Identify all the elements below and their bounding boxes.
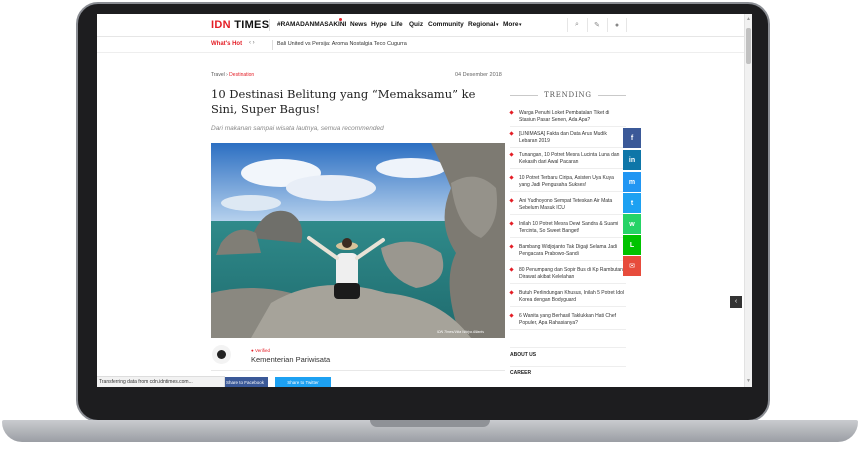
share-glyph: t bbox=[630, 199, 634, 207]
author-avatar[interactable] bbox=[212, 345, 231, 364]
trending-item-text: Bambang Widjojanto Tak Digaji Selama Jad… bbox=[519, 244, 618, 257]
share-line-icon[interactable]: L bbox=[623, 235, 641, 255]
trending-header: TRENDING bbox=[510, 91, 626, 101]
trending-item[interactable]: [LINIMASA] Fakta dan Data Arus Mudik Leb… bbox=[509, 131, 626, 148]
bullet-icon bbox=[509, 131, 514, 136]
user-icon[interactable]: ● bbox=[607, 18, 627, 32]
share-glyph: f bbox=[630, 134, 634, 142]
bullet-icon bbox=[509, 221, 514, 226]
nav-news[interactable]: News bbox=[350, 21, 367, 28]
browser-status-bar: Transferring data from cdn.idntimes.com.… bbox=[97, 376, 225, 387]
nav-hashtag[interactable]: #RAMADANMASAKINI bbox=[277, 21, 346, 28]
bullet-icon bbox=[509, 110, 514, 115]
breadcrumb: Travel › Destination bbox=[211, 72, 254, 78]
nav-regional[interactable]: Regional bbox=[468, 21, 495, 28]
article-hero-image bbox=[211, 143, 505, 338]
logo-black-text: TIMES bbox=[234, 19, 270, 31]
avatar-glyph bbox=[217, 350, 226, 359]
author-name[interactable]: Kementerian Pariwisata bbox=[251, 355, 330, 364]
share-twitter-icon[interactable]: t bbox=[623, 193, 641, 213]
nav-hype[interactable]: Hype bbox=[371, 21, 387, 28]
vertical-scrollbar[interactable]: ▲ ▼ bbox=[744, 14, 752, 387]
trending-item-text: Inilah 10 Potret Mesra Dewi Sandra & Sua… bbox=[519, 221, 619, 234]
bullet-icon bbox=[509, 267, 514, 272]
share-glyph: w bbox=[629, 220, 635, 228]
breadcrumb-travel[interactable]: Travel bbox=[211, 72, 225, 78]
bullet-icon bbox=[509, 313, 514, 318]
nav-quiz[interactable]: Quiz bbox=[409, 21, 423, 28]
whats-hot-bar: What's Hot ‹ › Bali United vs Persija: A… bbox=[97, 37, 744, 53]
share-whatsapp-icon[interactable]: w bbox=[623, 214, 641, 234]
nav-community[interactable]: Community bbox=[428, 21, 464, 28]
publish-date: 04 Desember 2018 bbox=[455, 72, 502, 78]
nav-divider bbox=[269, 19, 270, 31]
share-glyph: m bbox=[628, 178, 636, 186]
trending-item[interactable]: Inilah 10 Potret Mesra Dewi Sandra & Sua… bbox=[509, 221, 626, 238]
trending-rule-right bbox=[598, 95, 626, 96]
trending-item-text: Ani Yudhoyono Sempat Teteskan Air Mata S… bbox=[519, 198, 613, 211]
trending-item[interactable]: Butuh Perlindungan Khusus, Inilah 5 Potr… bbox=[509, 290, 626, 307]
idn-times-logo[interactable]: IDN TIMES bbox=[211, 19, 269, 31]
trending-item[interactable]: Bambang Widjojanto Tak Digaji Selama Jad… bbox=[509, 244, 626, 261]
hotbar-divider bbox=[272, 40, 273, 50]
laptop-notch bbox=[370, 420, 490, 427]
trending-item-text: Warga Penuhi Loket Pembatalan Tiket di S… bbox=[519, 110, 610, 123]
bullet-icon bbox=[509, 244, 514, 249]
share-to-twitter-button[interactable]: Share to Twitter bbox=[275, 377, 331, 387]
hashtag-live-dot bbox=[339, 18, 342, 21]
bullet-icon bbox=[509, 198, 514, 203]
trending-item-text: 10 Potret Terbaru Ciripa, Asisten Uya Ku… bbox=[519, 175, 614, 188]
trending-item-text: Butuh Perlindungan Khusus, Inilah 5 Potr… bbox=[519, 290, 625, 303]
trending-item[interactable]: 6 Wanita yang Berhasil Taklukkan Hati Ch… bbox=[509, 313, 626, 330]
bullet-icon bbox=[509, 152, 514, 157]
search-icon[interactable]: ⌕ bbox=[567, 18, 586, 32]
breadcrumb-destination[interactable]: Destination bbox=[229, 72, 254, 78]
trending-item[interactable]: Ani Yudhoyono Sempat Teteskan Air Mata S… bbox=[509, 198, 626, 215]
bullet-icon bbox=[509, 290, 514, 295]
share-messenger-icon[interactable]: m bbox=[623, 172, 641, 192]
scroll-down-icon[interactable]: ▼ bbox=[746, 378, 751, 384]
trending-item-text: 80 Penumpang dan Sopir Bus di Kp Rambuta… bbox=[519, 267, 623, 280]
breadcrumb-separator: › bbox=[226, 72, 228, 78]
share-glyph: in bbox=[628, 156, 636, 164]
bullet-icon bbox=[509, 175, 514, 180]
verified-badge: ● Verified bbox=[251, 348, 270, 353]
share-glyph: L bbox=[629, 241, 635, 249]
whats-hot-label: What's Hot bbox=[211, 41, 243, 47]
career-link[interactable]: CAREER bbox=[510, 369, 626, 376]
browser-viewport: IDN TIMES #RAMADANMASAKINI News Hype Lif… bbox=[97, 14, 752, 387]
trending-item[interactable]: 10 Potret Terbaru Ciripa, Asisten Uya Ku… bbox=[509, 175, 626, 192]
nav-more[interactable]: More bbox=[503, 21, 519, 28]
regional-chevron-icon: ▾ bbox=[496, 22, 499, 28]
article-subtitle: Dari makanan sampai wisata lautnya, semu… bbox=[211, 125, 384, 132]
whats-hot-headline[interactable]: Bali United vs Persija: Aroma Nostalgia … bbox=[277, 41, 407, 47]
photo-credit: IDN Times/Vika Widya Alliants bbox=[437, 330, 485, 334]
author-divider bbox=[211, 370, 505, 371]
share-linkedin-icon[interactable]: in bbox=[623, 150, 641, 170]
scroll-thumb[interactable] bbox=[746, 28, 751, 64]
trending-item-text: Tunangan, 10 Potret Mesra Lucinta Luna d… bbox=[519, 152, 620, 165]
verified-label: Verified bbox=[254, 348, 270, 353]
about-us-link[interactable]: ABOUT US bbox=[510, 347, 626, 367]
trending-item[interactable]: 80 Penumpang dan Sopir Bus di Kp Rambuta… bbox=[509, 267, 626, 284]
share-facebook-icon[interactable]: f bbox=[623, 128, 641, 148]
scroll-up-icon[interactable]: ▲ bbox=[746, 16, 751, 22]
pencil-icon[interactable]: ✎ bbox=[587, 18, 606, 32]
share-to-facebook-button[interactable]: Share to Facebook bbox=[222, 377, 268, 387]
share-email-icon[interactable]: ✉ bbox=[623, 256, 641, 276]
trending-item[interactable]: Tunangan, 10 Potret Mesra Lucinta Luna d… bbox=[509, 152, 626, 169]
whats-hot-arrows[interactable]: ‹ › bbox=[249, 40, 255, 46]
share-glyph: ✉ bbox=[629, 263, 635, 270]
top-navigation: IDN TIMES #RAMADANMASAKINI News Hype Lif… bbox=[97, 14, 744, 37]
trending-item-text: [LINIMASA] Fakta dan Data Arus Mudik Leb… bbox=[519, 131, 607, 144]
logo-red-text: IDN bbox=[211, 19, 231, 31]
collapse-share-icon[interactable]: ‹ bbox=[730, 296, 742, 308]
trending-item[interactable]: Warga Penuhi Loket Pembatalan Tiket di S… bbox=[509, 110, 626, 127]
trending-item-text: 6 Wanita yang Berhasil Taklukkan Hati Ch… bbox=[519, 313, 616, 326]
article-title: 10 Destinasi Belitung yang “Memaksamu” k… bbox=[211, 87, 476, 116]
more-chevron-icon: ▾ bbox=[519, 22, 522, 28]
nav-life[interactable]: Life bbox=[391, 21, 403, 28]
